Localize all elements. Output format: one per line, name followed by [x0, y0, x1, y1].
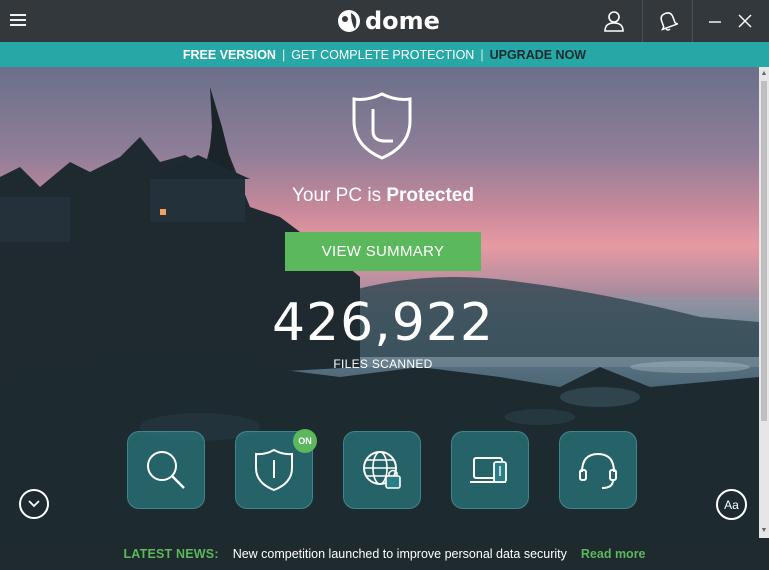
- upgrade-now-link[interactable]: UPGRADE NOW: [490, 48, 587, 62]
- view-summary-button[interactable]: VIEW SUMMARY: [285, 232, 481, 271]
- promo-separator: |: [281, 47, 286, 62]
- status-prefix: Your PC is: [292, 185, 382, 206]
- shield-icon: [352, 92, 412, 160]
- close-icon: [738, 14, 752, 28]
- headset-icon: [579, 452, 617, 489]
- titlebar-divider: [642, 0, 643, 42]
- globe-lock-icon: [363, 451, 401, 489]
- bell-icon: [660, 12, 678, 31]
- support-tile[interactable]: [559, 431, 637, 509]
- protection-status: Your PC is Protected: [0, 185, 759, 207]
- laptop-phone-icon: [470, 457, 507, 483]
- panda-logo-icon: [338, 10, 360, 32]
- title-bar: dome: [0, 0, 769, 42]
- promo-separator: |: [480, 47, 484, 62]
- menu-icon[interactable]: [10, 14, 28, 28]
- app-name: dome: [365, 7, 440, 35]
- font-size-button[interactable]: Aa: [716, 489, 747, 520]
- minimize-button[interactable]: [704, 0, 726, 42]
- files-scanned-count: 426,922: [271, 293, 495, 353]
- status-badge: ON: [293, 429, 317, 453]
- files-scanned-label: FILES SCANNED: [333, 357, 433, 371]
- read-more-link[interactable]: Read more: [581, 547, 646, 561]
- expand-button[interactable]: [19, 489, 49, 519]
- notifications-button[interactable]: [648, 0, 688, 42]
- promo-banner: FREE VERSION | GET COMPLETE PROTECTION |…: [0, 42, 769, 67]
- account-button[interactable]: [596, 0, 632, 42]
- chevron-down-icon: [28, 500, 40, 508]
- devices-tile[interactable]: [451, 431, 529, 509]
- news-bar: LATEST NEWS: New competition launched to…: [0, 538, 769, 570]
- news-label: LATEST NEWS:: [123, 547, 219, 561]
- scrollbar[interactable]: ▲ ▼: [759, 67, 769, 538]
- search-icon: [147, 451, 185, 489]
- user-icon: [604, 11, 624, 32]
- app-logo: dome: [337, 7, 440, 35]
- free-version-label: FREE VERSION: [182, 47, 276, 62]
- scroll-thumb[interactable]: [761, 81, 767, 421]
- minimize-icon: [709, 21, 721, 23]
- dome-app-window: dome FREE VERSION | GET COMPLETE PROTECT…: [0, 0, 769, 570]
- titlebar-divider: [692, 0, 693, 42]
- status-state: Protected: [386, 185, 474, 206]
- hero-panel: Your PC is Protected VIEW SUMMARY 426,92…: [0, 67, 759, 538]
- get-protection-link[interactable]: GET COMPLETE PROTECTION: [291, 48, 474, 62]
- scan-tile[interactable]: [127, 431, 205, 509]
- scroll-up-icon[interactable]: ▲: [760, 69, 768, 79]
- web-protection-tile[interactable]: [343, 431, 421, 509]
- close-button[interactable]: [734, 0, 756, 42]
- news-headline[interactable]: New competition launched to improve pers…: [233, 547, 567, 561]
- scroll-down-icon[interactable]: ▼: [760, 526, 768, 536]
- shield-icon: [255, 448, 293, 492]
